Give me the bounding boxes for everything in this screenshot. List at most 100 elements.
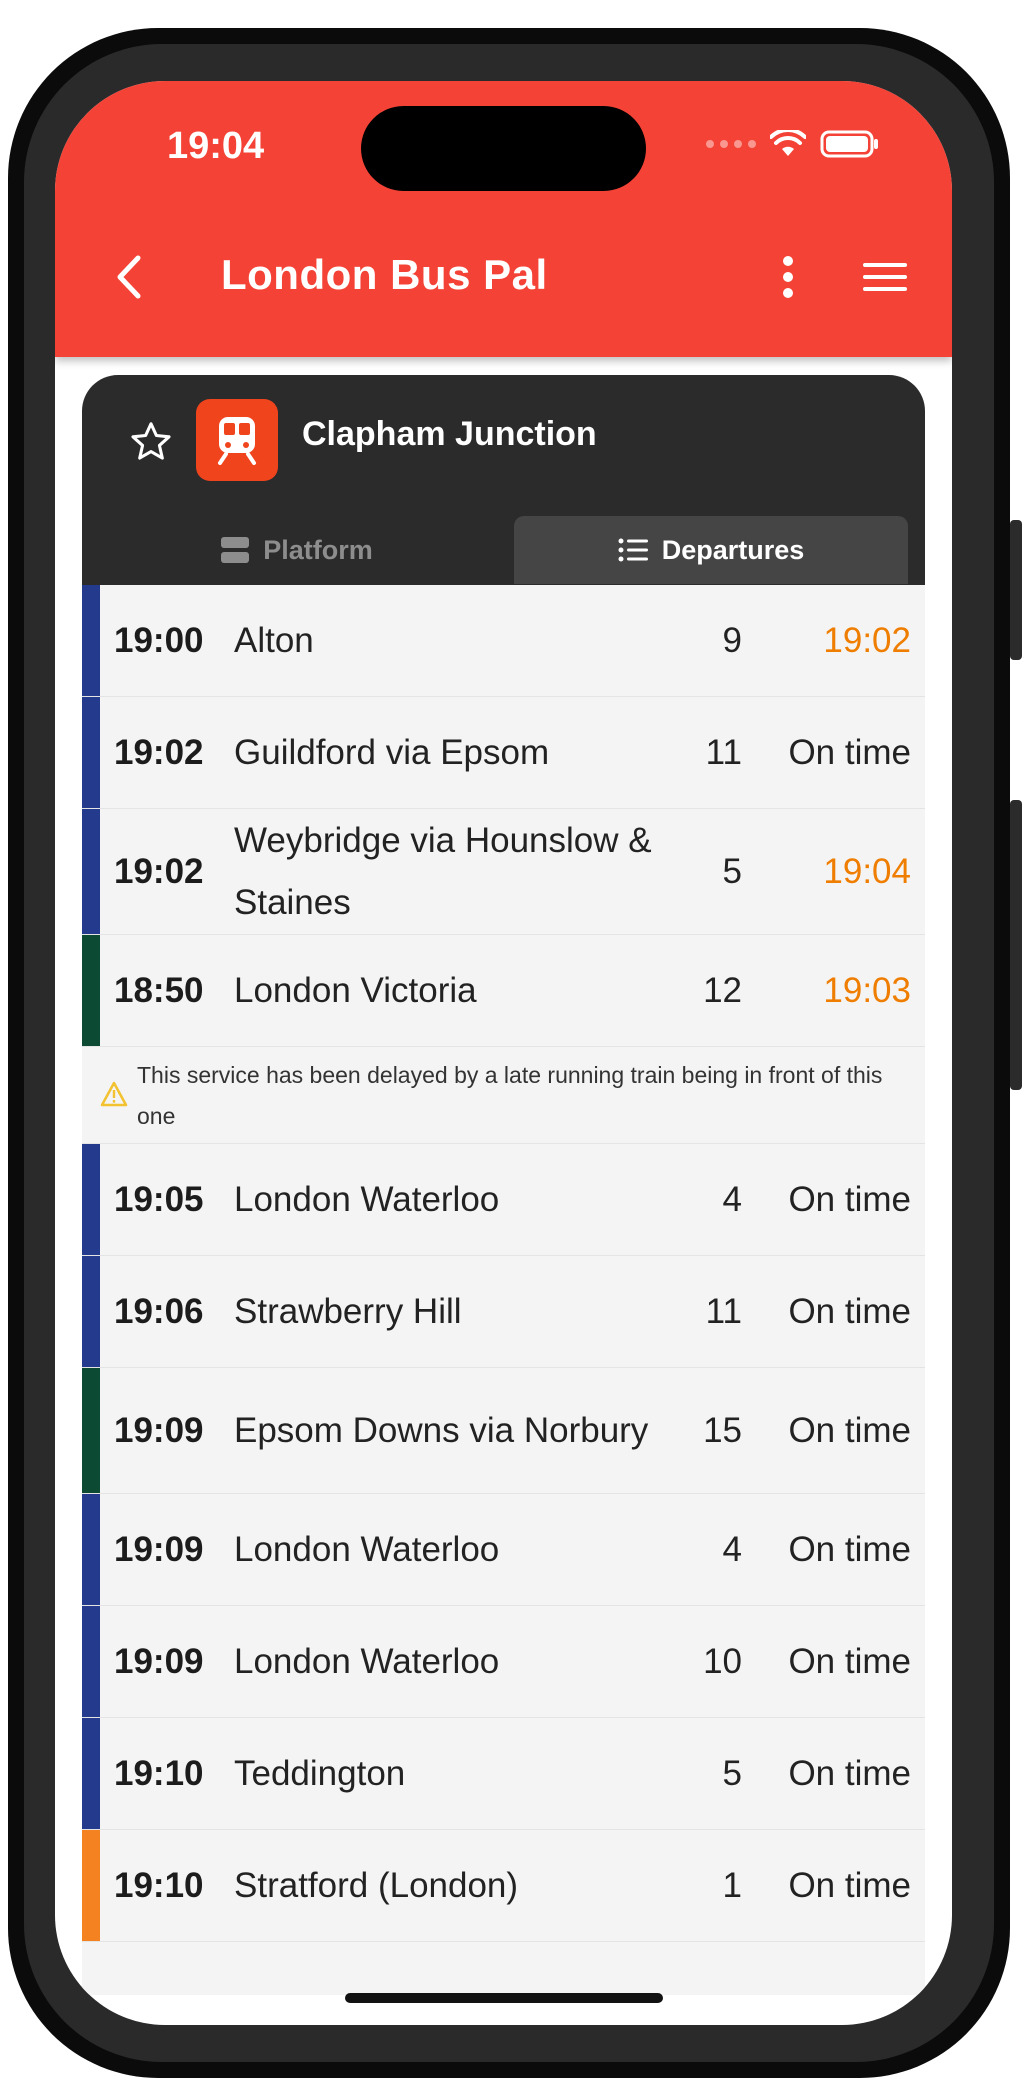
destination: Alton <box>234 620 314 660</box>
departure-time: 19:02 <box>114 851 204 891</box>
departure-time: 19:10 <box>114 1865 204 1905</box>
dynamic-island <box>361 106 646 191</box>
platform-number: 11 <box>705 732 742 772</box>
departure-time: 18:50 <box>114 970 204 1010</box>
platform-icon <box>221 537 250 563</box>
side-button <box>1010 520 1022 660</box>
chevron-left-icon <box>117 255 141 299</box>
hamburger-menu-icon <box>863 263 907 291</box>
destination: Teddington <box>234 1753 406 1793</box>
platform-number: 12 <box>703 970 742 1010</box>
departure-row[interactable]: 19:05 London Waterloo 4 On time <box>82 1144 925 1256</box>
tab-platform-label: Platform <box>263 534 373 565</box>
operator-stripe <box>82 1144 100 1255</box>
destination: Guildford via Epsom <box>234 732 550 772</box>
app-title: London Bus Pal <box>221 251 548 298</box>
favourite-button[interactable] <box>120 411 182 473</box>
delay-notice-text: This service has been delayed by a late … <box>137 1062 883 1129</box>
departures-list: 19:00 Alton 9 19:02 19:02 Guildford via Epsom… <box>82 585 925 1942</box>
expected-time: On time <box>788 1410 911 1450</box>
destination: London Waterloo <box>234 1529 500 1569</box>
operator-stripe <box>82 697 100 808</box>
departure-time: 19:09 <box>114 1529 204 1569</box>
operator-stripe <box>82 1606 100 1717</box>
status-icons <box>706 129 880 159</box>
expected-time: On time <box>788 1179 911 1219</box>
platform-number: 11 <box>705 1291 742 1331</box>
warning-icon <box>100 1081 128 1107</box>
station-header: Clapham Junction Platform Departures <box>82 375 925 585</box>
destination: London Victoria <box>234 970 477 1010</box>
platform-number: 1 <box>722 1865 742 1905</box>
expected-time: On time <box>788 1291 911 1331</box>
departure-row[interactable]: 19:00 Alton 9 19:02 <box>82 585 925 697</box>
app-header: 19:04 London Bus Pal <box>55 81 952 357</box>
departure-time: 19:06 <box>114 1291 204 1331</box>
more-options-button[interactable] <box>763 241 813 313</box>
destination: London Waterloo <box>234 1641 500 1681</box>
operator-stripe <box>82 1830 100 1941</box>
departure-time: 19:05 <box>114 1179 204 1219</box>
expected-time: On time <box>788 1753 911 1793</box>
battery-icon <box>820 130 878 158</box>
status-time: 19:04 <box>167 125 265 167</box>
operator-stripe <box>82 1718 100 1829</box>
destination: Epsom Downs via Norbury <box>234 1410 649 1450</box>
departure-row[interactable]: 19:02 Weybridge via Hounslow & Staines 5 19… <box>82 809 925 935</box>
expected-time: 19:04 <box>823 851 911 891</box>
departure-row[interactable]: 19:10 Stratford (London) 1 On time <box>82 1830 925 1942</box>
home-indicator[interactable] <box>345 1993 663 2003</box>
departure-row[interactable]: 19:02 Guildford via Epsom 11 On time <box>82 697 925 809</box>
expected-time: On time <box>788 1529 911 1569</box>
station-name: Clapham Junction <box>302 415 597 453</box>
wifi-icon <box>770 130 806 156</box>
signal-icon <box>706 140 756 148</box>
platform-number: 10 <box>703 1641 742 1681</box>
expected-time: On time <box>788 732 911 772</box>
departure-row[interactable]: 19:09 Epsom Downs via Norbury 15 On time <box>82 1368 925 1494</box>
expected-time: 19:02 <box>823 620 911 660</box>
platform-number: 4 <box>722 1529 742 1569</box>
operator-stripe <box>82 585 100 696</box>
operator-stripe <box>82 1368 100 1493</box>
departure-row[interactable]: 19:10 Teddington 5 On time <box>82 1718 925 1830</box>
destination: Stratford (London) <box>234 1865 519 1905</box>
operator-stripe <box>82 809 100 934</box>
expected-time: 19:03 <box>823 970 911 1010</box>
destination: London Waterloo <box>234 1179 500 1219</box>
platform-number: 5 <box>722 1753 742 1793</box>
tab-departures-label: Departures <box>661 534 805 565</box>
train-icon <box>196 399 278 481</box>
tab-departures[interactable]: Departures <box>514 516 908 584</box>
departure-time: 19:10 <box>114 1753 204 1793</box>
star-icon <box>131 422 171 460</box>
side-button <box>1010 800 1022 1090</box>
back-button[interactable] <box>99 241 159 313</box>
platform-number: 9 <box>722 620 742 660</box>
screen: 19:04 London Bus Pal Clapham Junction Pl… <box>55 81 952 2025</box>
station-card: Clapham Junction Platform Departures 19:… <box>82 375 925 1995</box>
expected-time: On time <box>788 1641 911 1681</box>
platform-number: 4 <box>722 1179 742 1219</box>
destination: Strawberry Hill <box>234 1291 462 1331</box>
platform-number: 15 <box>703 1410 742 1450</box>
delay-notice: This service has been delayed by a late … <box>82 1047 925 1144</box>
departure-time: 19:02 <box>114 732 204 772</box>
departure-time: 19:09 <box>114 1410 204 1450</box>
departure-row[interactable]: 19:09 London Waterloo 10 On time <box>82 1606 925 1718</box>
operator-stripe <box>82 1494 100 1605</box>
operator-stripe <box>82 1256 100 1367</box>
platform-number: 5 <box>722 851 742 891</box>
departure-time: 19:09 <box>114 1641 204 1681</box>
operator-stripe <box>82 935 100 1046</box>
menu-button[interactable] <box>855 241 915 313</box>
list-icon <box>618 538 648 562</box>
tab-platform[interactable]: Platform <box>82 516 512 584</box>
destination: Weybridge via Hounslow & Staines <box>234 820 652 922</box>
expected-time: On time <box>788 1865 911 1905</box>
departure-time: 19:00 <box>114 620 204 660</box>
departure-row[interactable]: 19:09 London Waterloo 4 On time <box>82 1494 925 1606</box>
more-vertical-icon <box>783 256 793 298</box>
departure-row[interactable]: 18:50 London Victoria 12 19:03 <box>82 935 925 1047</box>
departure-row[interactable]: 19:06 Strawberry Hill 11 On time <box>82 1256 925 1368</box>
